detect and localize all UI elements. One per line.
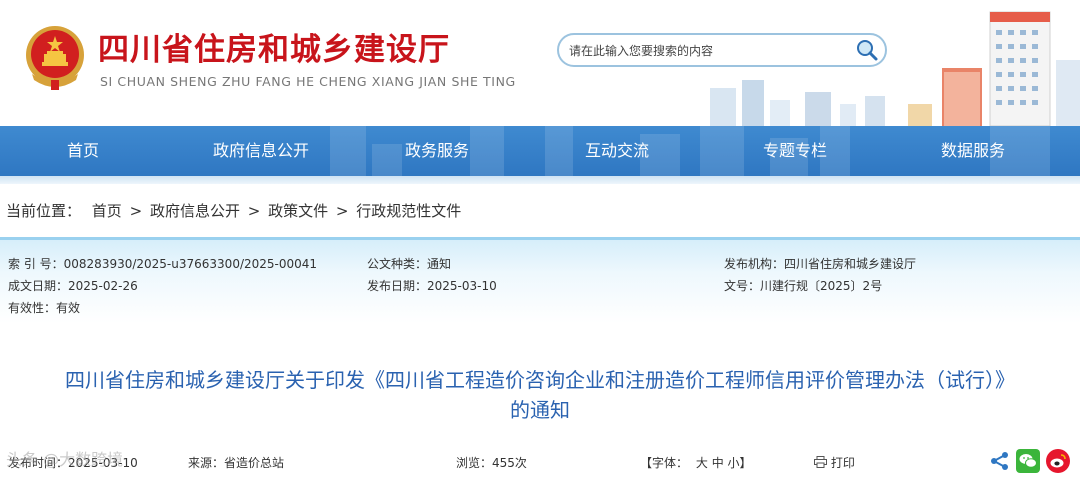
national-emblem-icon [26,26,84,90]
print-icon [814,456,827,468]
nav-skyline-decoration [330,126,1050,176]
document-info-panel: 索 引 号：008283930/2025-u37663300/2025-0004… [0,237,1080,323]
site-title: 四川省住房和城乡建设厅 [98,32,450,68]
breadcrumb-label: 当前位置： [6,202,82,220]
article-title-line2: 的通知 [510,398,570,422]
info-created-date: 成文日期：2025-02-26 [8,277,138,294]
breadcrumb-gov-info[interactable]: 政府信息公开 [150,202,240,220]
article-meta-row: 发布时间：2025-03-10 来源：省造价总站 浏览：455次 【字体： 大 … [0,448,1080,476]
breadcrumb-separator: > [129,202,143,220]
share-icon[interactable] [988,449,1012,473]
font-size-switcher: 【字体： 大 中 小】 [640,454,752,471]
font-size-medium[interactable]: 中 [712,456,724,470]
info-published-date: 发布日期：2025-03-10 [367,277,497,294]
info-validity-label: 有效性： [8,301,57,315]
info-created-value: 2025-02-26 [68,279,138,293]
nav-item-home[interactable]: 首页 [40,126,126,176]
breadcrumb-home[interactable]: 首页 [92,202,122,220]
breadcrumb-policy-docs[interactable]: 政策文件 [268,202,328,220]
print-button[interactable]: 打印 [814,454,855,471]
nav-item-special-topics[interactable]: 专题专栏 [748,126,842,176]
weibo-icon[interactable] [1046,449,1070,473]
nav-item-gov-services[interactable]: 政务服务 [392,126,482,176]
wechat-icon[interactable] [1016,449,1040,473]
info-doc-type-value: 通知 [427,257,452,271]
info-index: 索 引 号：008283930/2025-u37663300/2025-0004… [8,255,317,272]
info-doc-no-label: 文号： [724,279,761,293]
nav-item-data-services[interactable]: 数据服务 [926,126,1020,176]
info-published-label: 发布日期： [367,279,428,293]
info-issuer-value: 四川省住房和城乡建设厅 [784,257,917,271]
breadcrumb-separator: > [247,202,261,220]
main-nav: 首页 政府信息公开 政务服务 互动交流 专题专栏 数据服务 [0,126,1080,176]
info-created-label: 成文日期： [8,279,69,293]
print-label: 打印 [830,456,855,470]
nav-underline [0,176,1080,184]
site-header: 四川省住房和城乡建设厅 SI CHUAN SHENG ZHU FANG HE C… [0,0,1080,126]
info-issuer: 发布机构：四川省住房和城乡建设厅 [724,255,916,272]
font-size-small[interactable]: 小】 [728,456,752,470]
nav-item-gov-info[interactable]: 政府信息公开 [196,126,326,176]
article-title-line1: 四川省住房和城乡建设厅关于印发《四川省工程造价咨询企业和注册造价工程师信用评价管… [65,368,1015,392]
info-index-value: 008283930/2025-u37663300/2025-00041 [63,257,318,271]
watermark: 头条 @大数跨境 [6,450,124,469]
font-size-large[interactable]: 大 [696,456,708,470]
breadcrumb-normative-docs[interactable]: 行政规范性文件 [356,202,461,220]
info-validity-value: 有效 [56,301,81,315]
info-index-label: 索 引 号： [8,257,64,271]
info-doc-no-value: 川建行规〔2025〕2号 [760,279,883,293]
font-size-label: 【字体： [640,456,689,470]
info-issuer-label: 发布机构： [724,257,785,271]
site-subtitle: SI CHUAN SHENG ZHU FANG HE CHENG XIANG J… [100,74,516,89]
info-doc-number: 文号：川建行规〔2025〕2号 [724,277,882,294]
nav-item-interaction[interactable]: 互动交流 [570,126,664,176]
info-validity: 有效性：有效 [8,299,80,316]
view-count: 浏览：455次 [456,456,527,470]
article-source: 来源：省造价总站 [188,456,285,470]
skyline-decoration [710,11,1080,126]
breadcrumb: 当前位置： 首页 > 政府信息公开 > 政策文件 > 行政规范性文件 [6,200,461,221]
article-title: 四川省住房和城乡建设厅关于印发《四川省工程造价咨询企业和注册造价工程师信用评价管… [0,365,1080,425]
info-doc-type-label: 公文种类： [367,257,428,271]
info-published-value: 2025-03-10 [427,279,497,293]
breadcrumb-separator: > [335,202,349,220]
info-doc-type: 公文种类：通知 [367,255,451,272]
